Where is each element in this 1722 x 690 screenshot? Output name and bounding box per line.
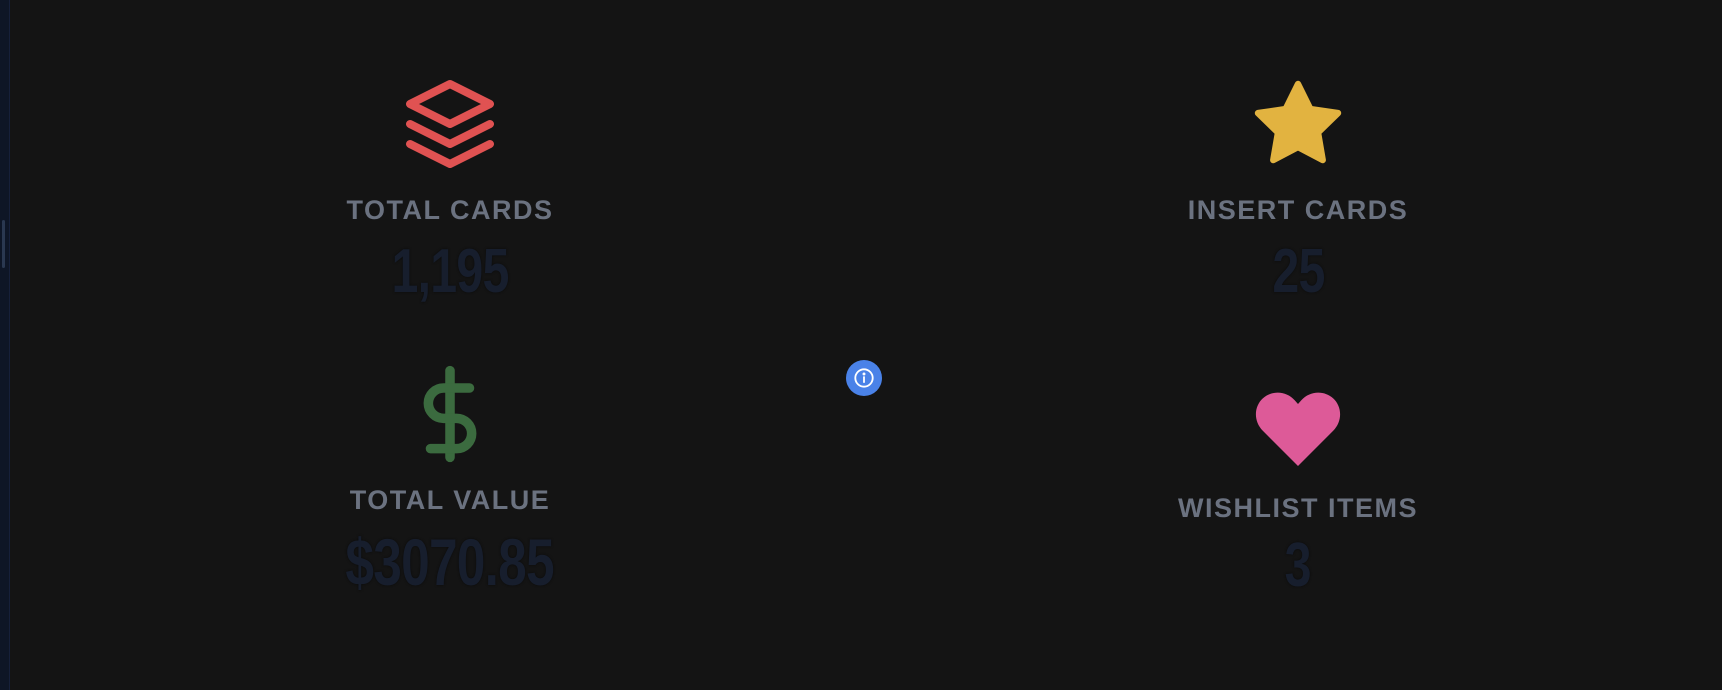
stat-value: 3	[1284, 531, 1312, 600]
left-edge-panel	[0, 0, 10, 690]
stat-label: WISHLIST ITEMS	[1178, 493, 1418, 523]
dollar-icon	[398, 362, 502, 471]
layers-icon	[402, 76, 498, 177]
stat-value: 1,195	[391, 237, 509, 306]
star-icon	[1250, 76, 1346, 177]
heart-icon	[1250, 380, 1346, 481]
stat-total-cards: TOTAL CARDS 1,195	[240, 76, 660, 307]
stat-value: 25	[1271, 237, 1325, 306]
stat-wishlist-items: WISHLIST ITEMS 3	[1088, 380, 1508, 601]
stat-total-value: TOTAL VALUE $3070.85	[240, 362, 660, 600]
resize-handle[interactable]	[2, 220, 5, 268]
stat-label: TOTAL VALUE	[349, 485, 551, 515]
stat-insert-cards: INSERT CARDS 25	[1088, 76, 1508, 307]
stat-label: INSERT CARDS	[1187, 195, 1409, 225]
info-icon	[853, 367, 875, 389]
stat-value: $3070.85	[345, 525, 555, 599]
info-button[interactable]	[846, 360, 882, 396]
stat-label: TOTAL CARDS	[346, 195, 554, 225]
